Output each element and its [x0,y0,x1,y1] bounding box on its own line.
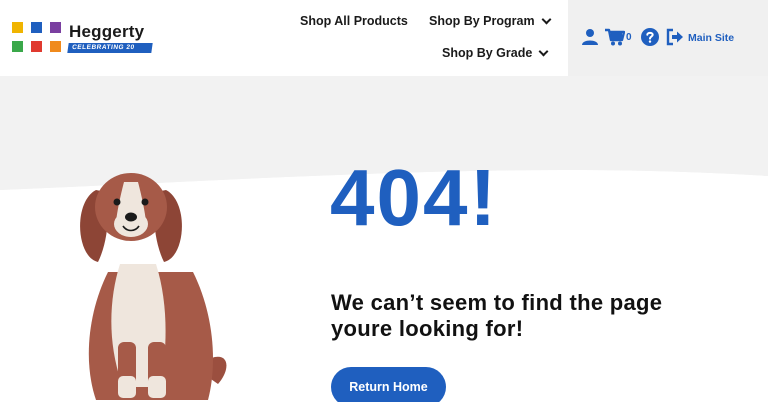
chevron-down-icon [541,14,552,24]
cart-icon[interactable] [605,28,625,46]
logo-squares-icon [12,22,62,54]
error-message: We can’t seem to find the page youre loo… [331,290,663,341]
return-home-button[interactable]: Return Home [331,367,446,402]
help-icon[interactable] [641,28,659,46]
nav-shop-by-grade[interactable]: Shop By Grade [442,46,549,60]
nav-shop-all-products[interactable]: Shop All Products [300,14,408,28]
chevron-down-icon [538,46,549,56]
dog-illustration [80,173,227,400]
nav-label: Shop By Grade [442,46,533,60]
error-code: 404! [330,153,499,242]
exit-icon[interactable] [666,28,684,46]
cart-count: 0 [626,32,632,43]
heggerty-logo[interactable]: Heggerty CELEBRATING 20 YEARS [12,22,153,61]
user-icon[interactable] [581,28,599,46]
nav-label: Shop All Products [300,14,408,28]
logo-name: Heggerty [69,22,145,41]
nav-shop-by-program[interactable]: Shop By Program [429,14,552,28]
site-header: Heggerty CELEBRATING 20 YEARS Shop All P… [0,0,768,76]
nav-label: Shop By Program [429,14,535,28]
utility-bar: 0 Main Site [568,0,768,76]
main-site-link[interactable]: Main Site [688,32,734,44]
logo-tagline: CELEBRATING 20 YEARS [67,43,153,61]
